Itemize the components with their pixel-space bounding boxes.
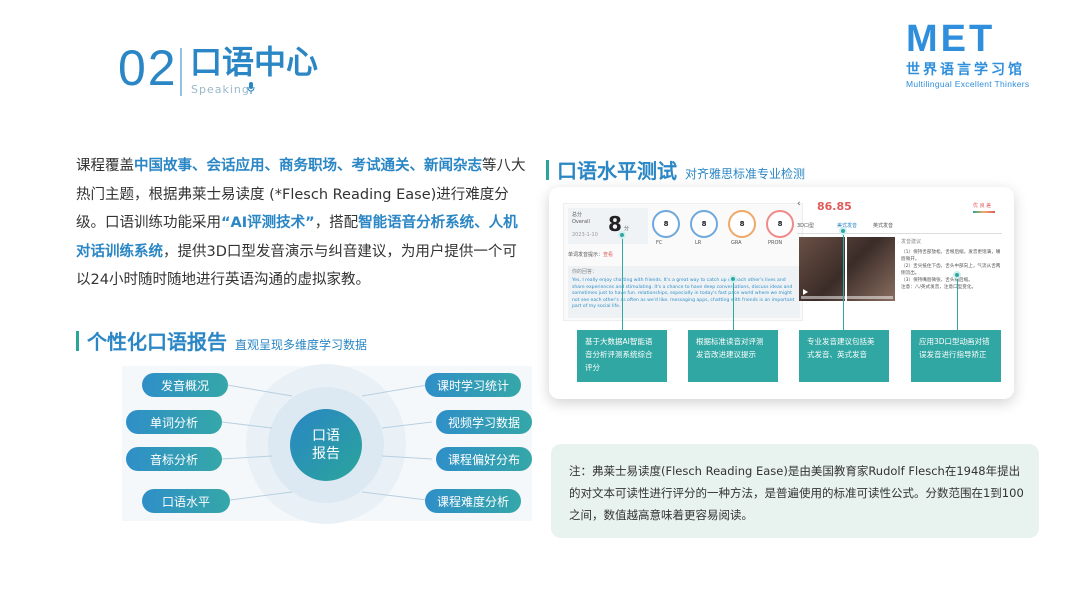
- callout-pin: [622, 235, 623, 330]
- callout-pin-dot: [953, 271, 961, 279]
- center-label-2: 报告: [312, 446, 340, 462]
- back-icon[interactable]: ‹: [797, 199, 801, 209]
- callout-pin: [843, 231, 844, 330]
- answer-box: 你的回答： Yes, I really enjoy chatting with …: [568, 266, 800, 318]
- play-icon[interactable]: [803, 289, 808, 295]
- microphone-icon: [247, 82, 255, 94]
- advice-list: （1）保持舌部放松，舌根后缩，发音更饱满，嘴唇微开。 （2）舌尖抵住下齿，舌头中…: [901, 249, 1001, 291]
- callout-pin-dot: [839, 227, 847, 235]
- advice-line: 注意：八/英式发音，注意口型变化。: [901, 285, 977, 290]
- metric-fc-abbr: FC: [656, 240, 663, 246]
- header-divider: [180, 48, 182, 96]
- report-item-lesson-stats: 课时学习统计: [425, 373, 521, 397]
- metric-pron-score: 8: [777, 220, 783, 228]
- test-date: 2023-1-10: [572, 232, 598, 238]
- video-split: [845, 237, 847, 301]
- mouth-video[interactable]: [799, 237, 895, 301]
- advice-line: （2）舌尖抵住下齿，舌头中部向上，气流从舌两侧流出。: [901, 264, 1001, 276]
- callout-pin: [733, 279, 734, 330]
- level-test-section-title: 口语水平测试 对齐雅思标准专业检测: [546, 155, 805, 184]
- callout-ai-scoring: 基于大数据AI智能语音分析评测系统综合评分: [577, 330, 667, 382]
- pronunciation-panel: ‹ 86.85 优 良 差 3D口型 美式发音 英式发音 发音建议 （1）保持舌…: [797, 197, 1002, 323]
- metric-gra: 8: [728, 210, 756, 238]
- logo-brand: MET: [906, 18, 996, 60]
- metric-gra-abbr: GRA: [731, 240, 742, 246]
- report-item-phonetics: 音标分析: [126, 447, 222, 471]
- result-panel: 总分 Overall 2023-1-10 8 分 8 8 8 8 FC LR G…: [563, 203, 803, 321]
- level-test-title: 口语水平测试: [557, 159, 677, 183]
- section-number: 02: [118, 40, 178, 96]
- center-label-1: 口语: [312, 428, 340, 444]
- intro-highlight-1: 中国故事、会话应用、商务职场、考试通关、新闻杂志: [134, 158, 482, 174]
- report-item-level: 口语水平: [142, 489, 230, 513]
- callout-pin-dot: [618, 231, 626, 239]
- overall-sub-label: Overall: [572, 219, 590, 225]
- page-title: 口语中心: [190, 43, 319, 81]
- report-item-difficulty: 课程难度分析: [425, 489, 521, 513]
- intro-highlight-2: “AI评测技术”: [221, 215, 315, 231]
- overall-box: 总分 Overall 2023-1-10 8 分: [568, 208, 648, 244]
- question-label: 单词发音提示：: [568, 252, 604, 258]
- question-link[interactable]: 查看: [603, 252, 613, 258]
- flesch-note: 注：弗莱士易读度(Flesch Reading Ease)是由美国教育家Rudo…: [551, 444, 1039, 538]
- metric-lr-score: 8: [701, 220, 707, 228]
- page-subtitle: Speaking: [191, 83, 250, 96]
- tab-divider: [797, 233, 1002, 234]
- advice-line: （3）保持嘴唇微张，舌头稍后缩。: [901, 278, 973, 283]
- logo-en-name: Multilingual Excellent Thinkers: [906, 79, 1030, 89]
- metric-pron: 8: [766, 210, 794, 238]
- report-item-preference: 课程偏好分布: [436, 447, 532, 471]
- grade-legend: 优 良 差: [973, 203, 992, 209]
- report-subtitle: 直观呈现多维度学习数据: [235, 338, 368, 352]
- tab-uk-pronunciation[interactable]: 英式发音: [873, 223, 893, 230]
- metric-pron-abbr: PRON: [768, 240, 783, 246]
- level-test-subtitle: 对齐雅思标准专业检测: [685, 167, 806, 181]
- section-bar: [546, 159, 549, 180]
- report-item-words: 单词分析: [126, 410, 222, 434]
- met-logo: MET 世界语言学习馆 Multilingual Excellent Think…: [906, 20, 1051, 89]
- tab-3d-mouth[interactable]: 3D口型: [797, 223, 814, 230]
- intro-text-3: ，搭配: [314, 215, 359, 231]
- report-item-video-data: 视频学习数据: [436, 410, 532, 434]
- report-title: 个性化口语报告: [87, 330, 227, 354]
- metric-fc-score: 8: [663, 220, 669, 228]
- app-screenshot-card: 总分 Overall 2023-1-10 8 分 8 8 8 8 FC LR G…: [549, 187, 1014, 399]
- pronunciation-score: 86.85: [817, 200, 852, 213]
- metric-lr: 8: [690, 210, 718, 238]
- intro-paragraph: 课程覆盖中国故事、会话应用、商务职场、考试通关、新闻杂志等八大热门主题，根据弗莱…: [76, 152, 526, 295]
- grade-bar: [973, 211, 995, 213]
- advice-line: （1）保持舌部放松，舌根后缩，发音更饱满，嘴唇微开。: [901, 250, 1001, 262]
- section-bar: [76, 330, 79, 351]
- question-hint: 单词发音提示：查看: [568, 252, 613, 259]
- video-progress-bar[interactable]: [801, 296, 893, 299]
- callout-pin: [957, 275, 958, 330]
- callout-pin-dot: [729, 275, 737, 283]
- metric-gra-score: 8: [739, 220, 745, 228]
- callout-improvement-tips: 根据标准读音对评测发音改进建议提示: [688, 330, 778, 382]
- logo-cn-name: 世界语言学习馆: [906, 62, 1025, 78]
- answer-text: Yes, I really enjoy chatting with friend…: [572, 278, 795, 310]
- metric-fc: 8: [652, 210, 680, 238]
- advice-title: 发音建议: [901, 239, 922, 245]
- metric-lr-abbr: LR: [695, 240, 702, 246]
- report-center-node: 口语 报告: [290, 409, 362, 481]
- report-section-title: 个性化口语报告 直观呈现多维度学习数据: [76, 326, 367, 355]
- report-item-pronunciation: 发音概况: [142, 373, 228, 397]
- overall-label: 总分: [572, 212, 583, 218]
- intro-text-1: 课程覆盖: [76, 158, 134, 174]
- callout-3d-mouth: 应用3D口型动画对错误发音进行指导矫正: [911, 330, 1001, 382]
- report-mind-map: 口语 报告 发音概况 单词分析 音标分析 口语水平 课时学习统计 视频学习数据 …: [122, 364, 532, 524]
- answer-label: 你的回答：: [572, 269, 598, 275]
- callout-pronunciation-advice: 专业发音建议包括美式发音、英式发音: [799, 330, 889, 382]
